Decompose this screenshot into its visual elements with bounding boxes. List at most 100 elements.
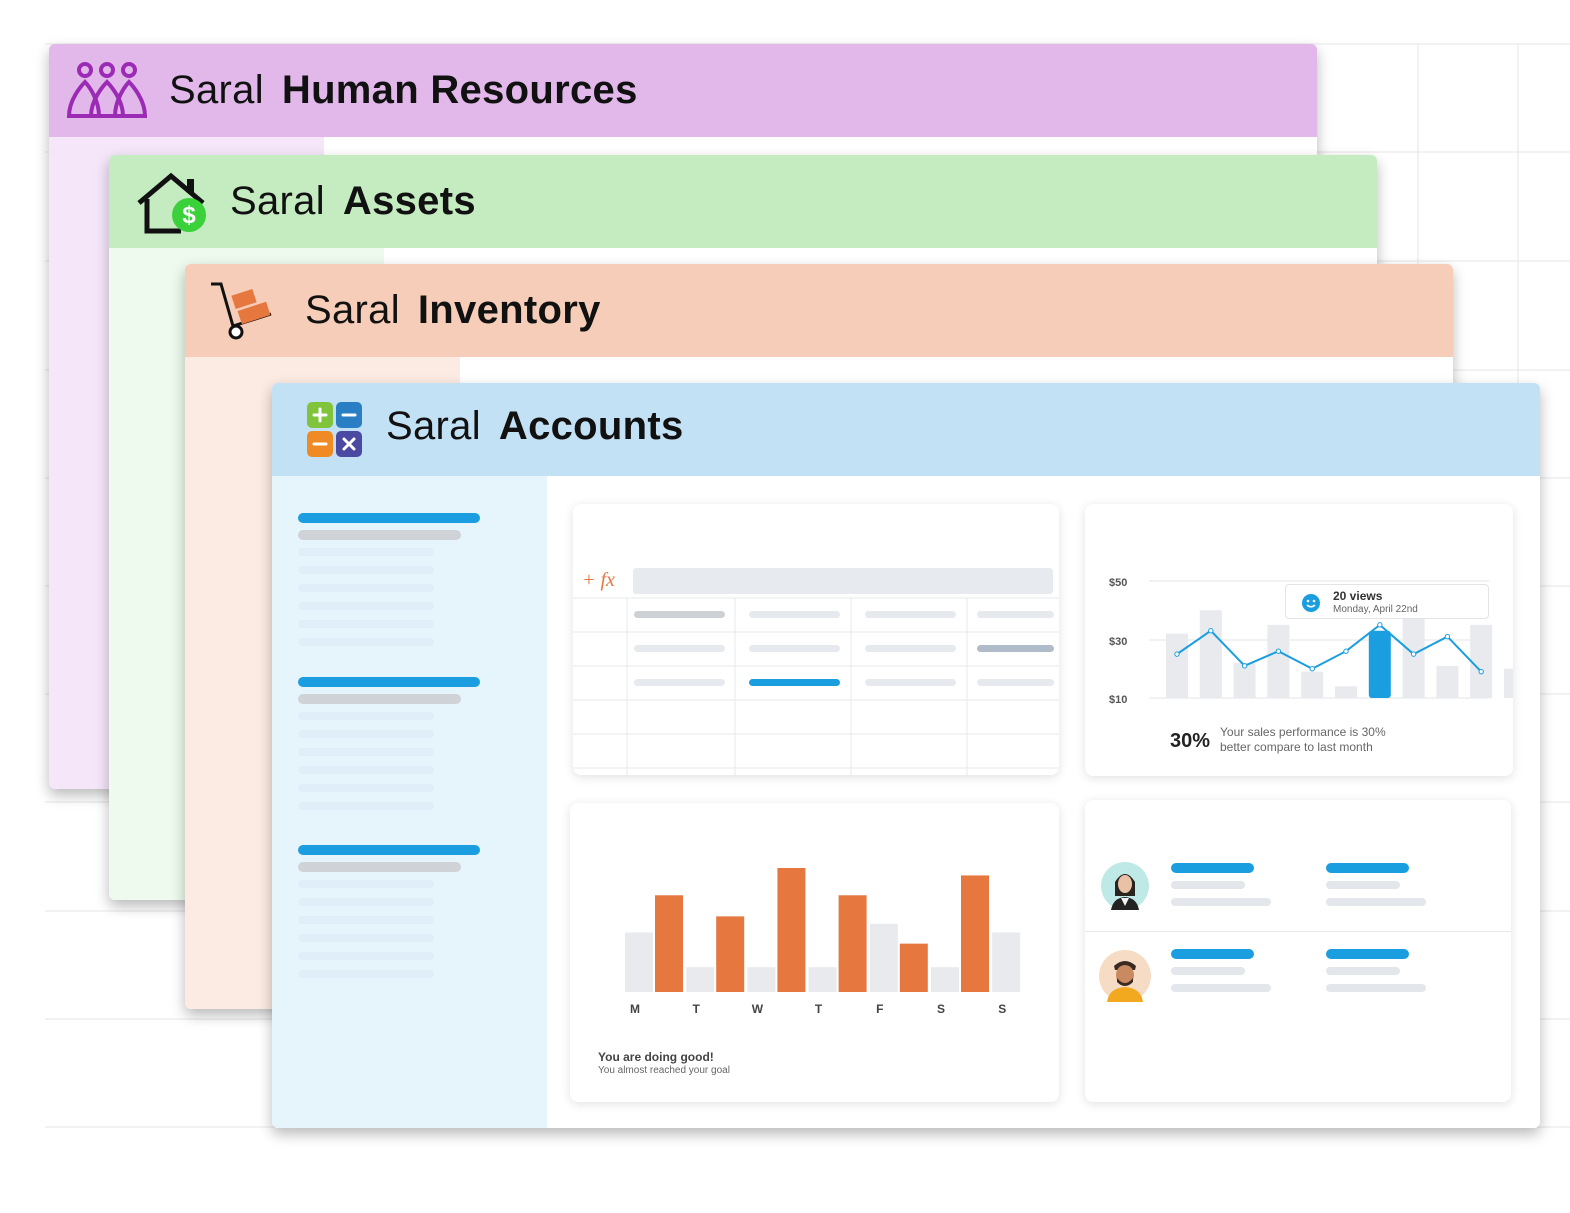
chart-bar xyxy=(1166,633,1188,698)
chart-bar-primary xyxy=(838,895,867,992)
views-tooltip: 20 views Monday, April 22nd xyxy=(1285,584,1489,619)
inventory-header: Saral Inventory xyxy=(185,264,1453,357)
chart-bar xyxy=(1301,671,1324,698)
sidebar-item[interactable] xyxy=(298,748,434,756)
spreadsheet-card: + fx xyxy=(573,504,1059,775)
person-name xyxy=(1171,863,1254,873)
sidebar-item[interactable] xyxy=(298,638,434,646)
y-tick-label: $10 xyxy=(1109,694,1127,706)
line-point xyxy=(1343,648,1349,654)
inventory-title: Saral Inventory xyxy=(305,288,601,333)
performance-desc-line: better compare to last month xyxy=(1220,740,1373,754)
line-point xyxy=(1410,651,1417,657)
table-cell[interactable] xyxy=(634,611,725,618)
person-detail xyxy=(1326,881,1400,889)
chart-bar xyxy=(1504,668,1513,698)
sidebar-item[interactable] xyxy=(298,934,434,942)
sidebar-item[interactable] xyxy=(298,548,434,556)
sidebar-heading[interactable] xyxy=(298,677,480,687)
sidebar-item[interactable] xyxy=(298,766,434,774)
chart-bar-secondary xyxy=(992,932,1021,992)
list-item[interactable] xyxy=(1085,800,1511,932)
sidebar-heading[interactable] xyxy=(298,513,480,523)
chart-bar-primary xyxy=(716,916,745,992)
app-name: Assets xyxy=(342,179,476,223)
highlighted-bar xyxy=(1368,630,1391,698)
line-point xyxy=(1444,633,1451,640)
avatar xyxy=(1099,950,1151,1007)
accounts-window: Saral Accounts + fx $50 $30 $10 20 views… xyxy=(272,383,1540,1128)
sidebar-item[interactable] xyxy=(298,952,434,960)
brand-name: Saral xyxy=(386,404,481,448)
assets-header: $ Saral Assets xyxy=(109,155,1377,248)
table-cell[interactable] xyxy=(634,645,725,652)
accounts-title: Saral Accounts xyxy=(386,404,684,449)
table-cell[interactable] xyxy=(749,645,840,652)
series-line xyxy=(1176,623,1482,673)
table-cell[interactable] xyxy=(865,679,956,686)
sidebar-item[interactable] xyxy=(298,712,434,720)
person-detail xyxy=(1326,898,1426,906)
chart-bar-primary xyxy=(961,875,989,992)
house-dollar-icon: $ xyxy=(131,171,211,242)
sidebar-item[interactable] xyxy=(298,620,434,628)
chart-bar xyxy=(1436,665,1459,698)
y-tick-label: $50 xyxy=(1109,577,1127,589)
table-cell[interactable] xyxy=(977,645,1054,652)
sidebar-item[interactable] xyxy=(298,898,434,906)
person-value xyxy=(1326,863,1409,873)
chart-bar-primary xyxy=(777,868,806,992)
table-cell[interactable] xyxy=(749,611,840,618)
goal-subline: You almost reached your goal xyxy=(598,1065,730,1076)
table-cell[interactable] xyxy=(634,679,725,686)
line-point xyxy=(1309,666,1315,672)
performance-desc: Your sales performance is 30% better com… xyxy=(1220,725,1386,755)
list-item[interactable] xyxy=(1085,932,1511,1062)
svg-text:$: $ xyxy=(182,202,196,229)
performance-desc-line: Your sales performance is 30% xyxy=(1220,725,1386,739)
sidebar-item[interactable] xyxy=(298,784,434,792)
sidebar-heading[interactable] xyxy=(298,845,480,855)
sidebar-item[interactable] xyxy=(298,730,434,738)
sidebar-subheading xyxy=(298,530,461,540)
line-point xyxy=(1174,651,1180,657)
person-detail xyxy=(1326,967,1400,975)
spreadsheet-grid xyxy=(573,597,1059,775)
brand-name: Saral xyxy=(305,288,400,332)
table-cell[interactable] xyxy=(977,679,1054,686)
brand-name: Saral xyxy=(169,68,264,112)
weekly-chart: MTWTFSS xyxy=(625,868,1021,1016)
chart-bar-primary xyxy=(655,895,683,992)
line-point xyxy=(1241,663,1248,669)
chart-bar-secondary xyxy=(869,923,898,992)
sidebar-item[interactable] xyxy=(298,880,434,888)
person-detail xyxy=(1171,984,1271,992)
person-detail xyxy=(1171,967,1245,975)
goal-headline: You are doing good! xyxy=(598,1050,714,1064)
sidebar-item[interactable] xyxy=(298,584,434,592)
table-cell[interactable] xyxy=(865,611,956,618)
sidebar-item[interactable] xyxy=(298,916,434,924)
table-cell[interactable] xyxy=(977,611,1054,618)
chart-bar xyxy=(1335,686,1357,698)
views-chart-card: $50 $30 $10 20 views Monday, April 22nd … xyxy=(1085,504,1513,776)
chart-bar xyxy=(1267,624,1290,698)
calculator-icon xyxy=(307,402,363,463)
avatar xyxy=(1101,862,1149,915)
table-cell-selected[interactable] xyxy=(749,679,840,686)
line-point xyxy=(1275,648,1282,654)
sidebar-item[interactable] xyxy=(298,566,434,574)
sidebar-item[interactable] xyxy=(298,802,434,810)
brand-name: Saral xyxy=(230,179,325,223)
chart-bar xyxy=(1199,610,1222,698)
people-icon xyxy=(65,60,149,127)
sidebar-item[interactable] xyxy=(298,970,434,978)
person-detail xyxy=(1171,881,1245,889)
x-tick-label: S xyxy=(937,1002,945,1016)
app-name: Inventory xyxy=(417,288,601,332)
table-cell[interactable] xyxy=(865,645,956,652)
sidebar-item[interactable] xyxy=(298,602,434,610)
chart-bar-secondary xyxy=(931,967,959,992)
x-tick-label: W xyxy=(752,1002,764,1016)
x-tick-label: T xyxy=(693,1002,701,1016)
